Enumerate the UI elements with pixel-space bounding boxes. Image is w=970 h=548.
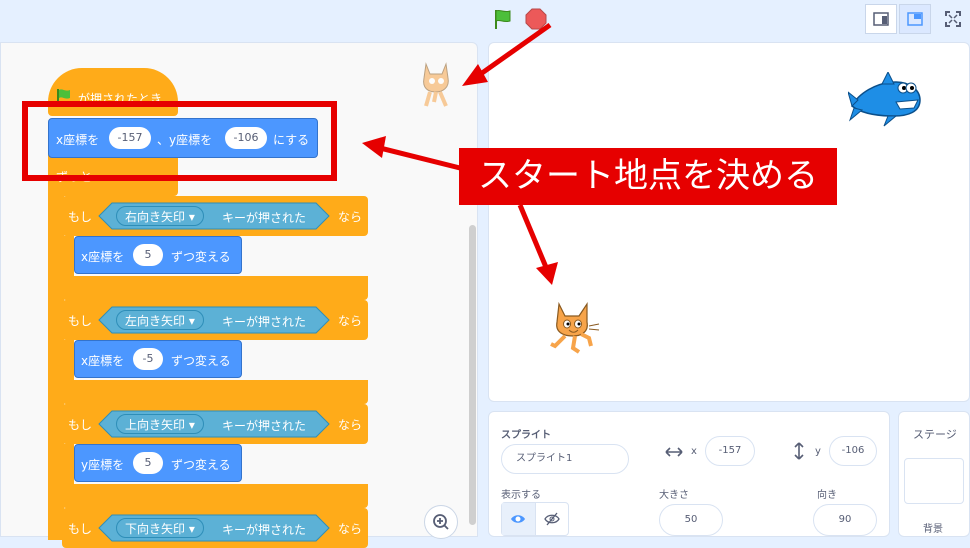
then-label: なら: [338, 522, 363, 536]
if-arm: [62, 340, 74, 380]
change-value-input[interactable]: 5: [133, 452, 163, 474]
eye-slash-icon: [543, 512, 560, 526]
sprite-info-panel: スプライト スプライト1 x -157 y -106 表示する 大きさ 50 向…: [488, 411, 890, 537]
highlight-box: [22, 101, 337, 181]
scrollbar[interactable]: [469, 225, 476, 525]
change-value-input[interactable]: 5: [133, 244, 163, 266]
change-label: x座標を: [81, 354, 125, 368]
size-input[interactable]: 50: [659, 504, 723, 536]
stage-title: ステージ: [913, 428, 957, 441]
vertical-arrows-icon: [794, 442, 804, 460]
if-arm: [62, 444, 74, 484]
cat-sprite[interactable]: [545, 300, 601, 356]
chevron-down-icon: ▾: [188, 522, 195, 536]
large-stage-button[interactable]: [899, 4, 931, 34]
key-dropdown[interactable]: 右向き矢印 ▾: [116, 206, 204, 226]
x-label: x: [691, 446, 697, 457]
change-suffix: ずつ変える: [171, 354, 231, 368]
y-label: y: [815, 446, 821, 457]
then-label: なら: [338, 314, 363, 328]
if-block-up[interactable]: もし 上向き矢印 ▾ キーが押された なら: [62, 404, 368, 444]
change-label: x座標を: [81, 250, 125, 264]
change-suffix: ずつ変える: [171, 250, 231, 264]
small-stage-button[interactable]: [865, 4, 897, 34]
chevron-down-icon: ▾: [188, 210, 195, 224]
direction-input[interactable]: 90: [813, 504, 877, 536]
chevron-down-icon: ▾: [188, 314, 195, 328]
if-block-bottom: [62, 484, 368, 508]
direction-label: 向き: [817, 490, 837, 501]
if-block-down[interactable]: もし 下向き矢印 ▾ キーが押された なら: [62, 508, 368, 548]
change-label: y座標を: [81, 458, 125, 472]
if-block-bottom: [62, 276, 368, 300]
change-suffix: ずつ変える: [171, 458, 231, 472]
key-pressed-label: キーが押された: [222, 419, 307, 433]
zoom-in-button[interactable]: [424, 505, 458, 539]
key-pressed-condition[interactable]: 右向き矢印 ▾ キーが押された: [98, 202, 330, 230]
y-position-input[interactable]: -106: [829, 436, 877, 466]
key-pressed-label: キーが押された: [222, 523, 307, 537]
fullscreen-icon: [945, 11, 961, 27]
change-value-input[interactable]: -5: [133, 348, 163, 370]
show-button[interactable]: [502, 503, 536, 535]
shark-sprite[interactable]: [848, 72, 924, 130]
if-block-left[interactable]: もし 左向き矢印 ▾ キーが押された なら: [62, 300, 368, 340]
if-block-bottom: [62, 380, 368, 404]
small-stage-icon: [873, 12, 889, 26]
chevron-down-icon: ▾: [188, 418, 195, 432]
horizontal-arrows-icon: [665, 447, 683, 457]
large-stage-icon: [907, 12, 923, 26]
if-label: もし: [68, 314, 93, 328]
key-pressed-label: キーが押された: [222, 211, 307, 225]
key-dropdown[interactable]: 上向き矢印 ▾: [116, 414, 204, 434]
key-dropdown[interactable]: 左向き矢印 ▾: [116, 310, 204, 330]
key-dropdown-label: 右向き矢印: [125, 210, 186, 224]
backdrop-thumbnail[interactable]: [904, 458, 964, 504]
size-label: 大きさ: [659, 490, 689, 501]
key-dropdown-label: 上向き矢印: [125, 418, 186, 432]
if-label: もし: [68, 210, 93, 224]
change-x-block[interactable]: x座標を -5 ずつ変える: [74, 340, 242, 378]
then-label: なら: [338, 210, 363, 224]
x-position-input[interactable]: -157: [705, 436, 755, 466]
if-arm: [62, 236, 74, 276]
stop-icon[interactable]: [525, 8, 547, 30]
if-label: もし: [68, 418, 93, 432]
fullscreen-button[interactable]: [937, 4, 969, 34]
sprite-cat-thumbnail: [423, 62, 449, 107]
backdrop-label: 背景: [923, 524, 943, 535]
annotation-callout: スタート地点を決める: [459, 148, 837, 205]
if-block-right[interactable]: もし 右向き矢印 ▾ キーが押された なら: [62, 196, 368, 236]
key-pressed-label: キーが押された: [222, 315, 307, 329]
zoom-in-icon: [433, 514, 449, 530]
show-label: 表示する: [501, 490, 541, 501]
stage-panel[interactable]: ステージ 背景: [898, 411, 970, 537]
sprite-name-input[interactable]: スプライト1: [501, 444, 629, 474]
key-dropdown[interactable]: 下向き矢印 ▾: [116, 518, 204, 538]
key-dropdown-label: 左向き矢印: [125, 314, 186, 328]
if-label: もし: [68, 522, 93, 536]
eye-icon: [511, 515, 526, 523]
key-pressed-condition[interactable]: 下向き矢印 ▾ キーが押された: [98, 514, 330, 542]
change-y-block[interactable]: y座標を 5 ずつ変える: [74, 444, 242, 482]
key-pressed-condition[interactable]: 左向き矢印 ▾ キーが押された: [98, 306, 330, 334]
sprite-title: スプライト: [501, 430, 551, 441]
visibility-toggle[interactable]: [501, 502, 569, 536]
key-pressed-condition[interactable]: 上向き矢印 ▾ キーが押された: [98, 410, 330, 438]
hide-button[interactable]: [536, 503, 569, 535]
then-label: なら: [338, 418, 363, 432]
green-flag-icon[interactable]: [492, 8, 514, 30]
change-x-block[interactable]: x座標を 5 ずつ変える: [74, 236, 242, 274]
key-dropdown-label: 下向き矢印: [125, 522, 186, 536]
